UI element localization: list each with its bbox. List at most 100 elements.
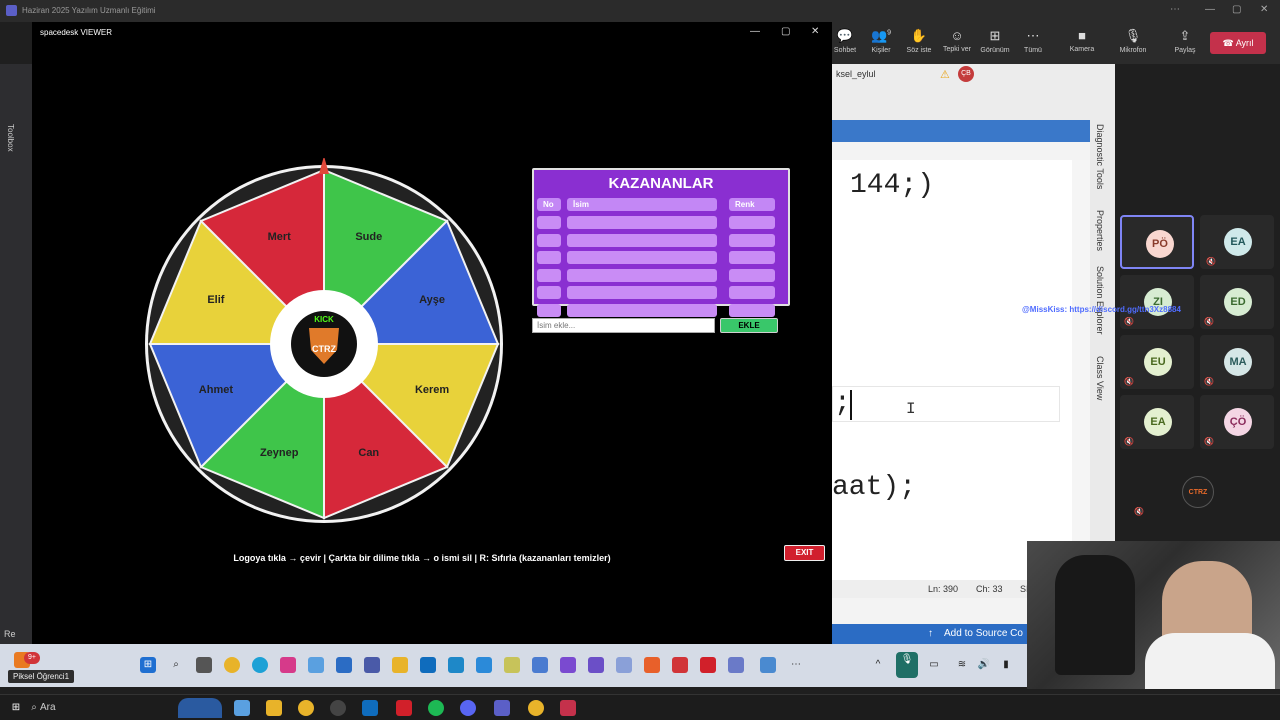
vs-project-tab[interactable]: ksel_eylul — [832, 66, 912, 82]
app-icon[interactable] — [700, 657, 716, 673]
close-icon[interactable]: ✕ — [1260, 4, 1268, 15]
leave-button[interactable]: ☎ Ayrıl — [1210, 32, 1266, 54]
avatar: MA — [1224, 348, 1252, 376]
discord-icon[interactable] — [460, 700, 476, 716]
more-apps-icon[interactable]: ⋯ — [788, 657, 804, 673]
properties-tab[interactable]: Properties — [1095, 210, 1105, 251]
windows-start-icon[interactable]: ⊞ — [8, 700, 24, 716]
participant-tile[interactable]: ED 🔇 — [1200, 275, 1274, 329]
microphone-button[interactable]: 🎙 Mikrofon — [1112, 28, 1154, 54]
participant-tile[interactable]: EA 🔇 — [1120, 395, 1194, 449]
reaction-button[interactable]: ☺ Tepki ver — [936, 28, 978, 53]
app-icon[interactable] — [560, 700, 576, 716]
class-view-tab[interactable]: Class View — [1095, 356, 1105, 400]
toolbox-tab[interactable]: Toolbox — [6, 124, 15, 152]
file-explorer-icon[interactable] — [266, 700, 282, 716]
column-header-no: No — [537, 198, 561, 211]
solution-explorer-tab[interactable]: Solution Explorer — [1095, 266, 1105, 335]
spacedesk-icon[interactable] — [760, 657, 776, 673]
copilot-icon[interactable] — [234, 700, 250, 716]
copilot-icon[interactable] — [308, 657, 324, 673]
maximize-icon[interactable]: ▢ — [1232, 4, 1241, 15]
share-button[interactable]: ⇪ Paylaş — [1164, 28, 1206, 54]
wheel-segment-label: Kerem — [415, 384, 449, 396]
minimize-icon[interactable]: — — [1205, 4, 1215, 15]
vs-account-avatar[interactable]: ÇB — [958, 66, 974, 82]
wheel-segment-label: Can — [358, 447, 379, 459]
raise-hand-button[interactable]: ✋ Söz iste — [898, 28, 940, 54]
add-button[interactable]: EKLE — [720, 318, 778, 333]
outlook-icon[interactable] — [420, 657, 436, 673]
participant-tile[interactable]: ZI 🔇 — [1120, 275, 1194, 329]
close-icon[interactable]: ✕ — [811, 26, 819, 37]
column-header-name: İsim — [567, 198, 717, 211]
participant-tile[interactable]: EU 🔇 — [1120, 335, 1194, 389]
youtube-icon[interactable] — [396, 700, 412, 716]
app-icon[interactable] — [672, 657, 688, 673]
edge-icon[interactable] — [252, 657, 268, 673]
keyboard-icon[interactable]: ▭ — [926, 657, 942, 673]
file-explorer-icon[interactable] — [392, 657, 408, 673]
name-input[interactable] — [532, 318, 715, 333]
camera-button[interactable]: ■ Kamera — [1061, 28, 1103, 53]
maximize-icon[interactable]: ▢ — [781, 26, 790, 37]
spotify-icon[interactable] — [428, 700, 444, 716]
exit-button[interactable]: EXIT — [784, 545, 825, 561]
app-icon[interactable] — [616, 657, 632, 673]
participant-tile[interactable]: EA 🔇 — [1200, 215, 1274, 269]
battery-icon[interactable]: ▮ — [998, 657, 1014, 673]
vscode-icon[interactable] — [476, 657, 492, 673]
camera-off-icon: ■ — [1078, 28, 1086, 43]
ibeam-cursor-icon: I — [906, 400, 916, 418]
obs-icon[interactable] — [330, 700, 346, 716]
chrome-icon[interactable] — [224, 657, 240, 673]
spin-wheel[interactable]: Sude Ayşe Kerem Can Zeynep Ahmet Elif Mert KICK C… — [142, 158, 508, 528]
more-options-icon[interactable]: ⋯ — [1170, 4, 1180, 15]
editor-scrollbar[interactable] — [1072, 160, 1090, 580]
instagram-icon[interactable] — [280, 657, 296, 673]
app-icon[interactable] — [504, 657, 520, 673]
volume-icon[interactable]: 🔊 — [976, 657, 992, 673]
mic-muted-icon: 🔇 — [1124, 437, 1134, 446]
people-button[interactable]: 👥9 Kişiler — [860, 28, 902, 54]
code-editor[interactable]: 144;) ; I aat); — [832, 160, 1072, 580]
more-button[interactable]: ⋯ Tümü — [1012, 28, 1054, 54]
view-icon: ⊞ — [989, 28, 1001, 43]
participant-tile[interactable]: ÇÖ 🔇 — [1200, 395, 1274, 449]
mail-icon[interactable] — [448, 657, 464, 673]
add-to-source-control[interactable]: Add to Source Co — [944, 628, 1023, 639]
participant-tile[interactable]: MA 🔇 — [1200, 335, 1274, 389]
microphone-icon[interactable]: 🎙 — [896, 652, 918, 678]
winner-cell — [537, 233, 561, 247]
wheel-segment-label: Ayşe — [419, 294, 445, 306]
outlook-icon[interactable] — [362, 700, 378, 716]
chrome-icon[interactable] — [298, 700, 314, 716]
participant-tile[interactable]: PÖ — [1120, 215, 1194, 269]
app-icon[interactable] — [644, 657, 660, 673]
app-icon[interactable] — [728, 657, 744, 673]
search-icon[interactable]: ⌕ — [168, 657, 184, 673]
store-icon[interactable] — [336, 657, 352, 673]
wifi-icon[interactable]: ≋ — [954, 657, 970, 673]
winner-cell — [567, 268, 717, 282]
visual-studio-icon[interactable] — [588, 657, 604, 673]
teams-icon[interactable] — [494, 700, 510, 716]
diagnostic-tools-tab[interactable]: Diagnostic Tools — [1095, 124, 1105, 189]
visual-studio-icon[interactable] — [560, 657, 576, 673]
minimize-icon[interactable]: — — [750, 26, 760, 37]
wheel-segment-label: Sude — [355, 231, 382, 243]
windows-start-icon[interactable]: ⊞ — [140, 657, 156, 673]
winners-panel: KAZANANLAR No İsim Renk — [532, 168, 790, 317]
chrome-icon[interactable] — [528, 700, 544, 716]
participant-tile[interactable]: CTRZ 🔇 — [1134, 470, 1234, 524]
view-button[interactable]: ⊞ Görünüm — [974, 28, 1016, 54]
search-box[interactable]: Ara — [40, 702, 56, 713]
weather-widget[interactable] — [178, 698, 222, 718]
window-title: spacedesk VIEWER — [40, 28, 113, 37]
chevron-up-icon[interactable]: ^ — [870, 657, 886, 673]
mic-muted-icon: 🔇 — [1204, 377, 1214, 386]
winner-cell — [537, 216, 561, 229]
app-icon[interactable] — [532, 657, 548, 673]
task-view-icon[interactable] — [196, 657, 212, 673]
teams-icon[interactable] — [364, 657, 380, 673]
